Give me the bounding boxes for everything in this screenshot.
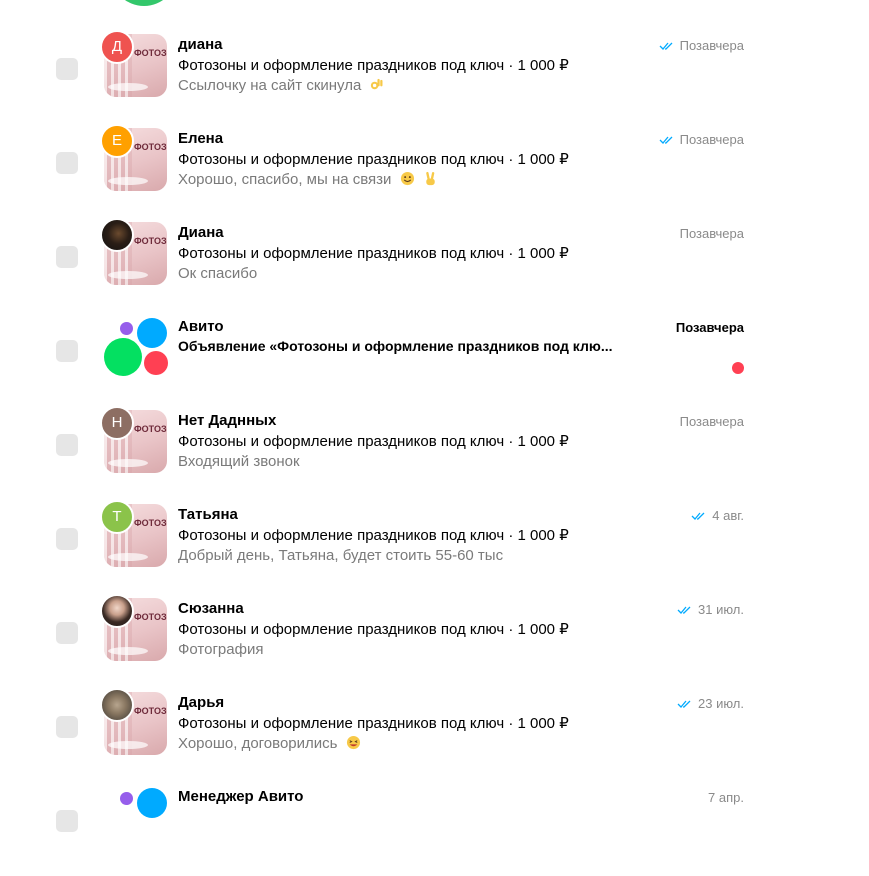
avito-logo — [104, 788, 170, 854]
photo-avatar — [100, 218, 134, 252]
chat-date: 7 апр. — [708, 790, 744, 805]
select-checkbox[interactable] — [56, 528, 78, 550]
chat-row[interactable]: ФОТОЗОНЫ ПОД КЛЮ Е Елена Фотозоны и офор… — [0, 124, 869, 218]
avito-logo — [104, 318, 170, 384]
chat-date: Позавчера — [679, 226, 744, 241]
chat-preview: Ссылочку на сайт скинула — [178, 77, 384, 94]
chat-subject: Фотозоны и оформление праздников под клю… — [178, 527, 569, 544]
select-checkbox[interactable] — [56, 340, 78, 362]
chat-name: Татьяна — [178, 506, 238, 523]
chat-preview: Добрый день, Татьяна, будет стоить 55-60… — [178, 547, 504, 564]
avatar: Н — [100, 406, 134, 440]
chat-date: 23 июл. — [677, 696, 744, 711]
chat-name: Авито — [178, 318, 224, 335]
chat-preview: Хорошо, договорились — [178, 735, 361, 752]
chat-name: Диана — [178, 224, 224, 241]
chat-date: Позавчера — [659, 38, 744, 53]
chat-name: Дарья — [178, 694, 225, 711]
chat-date: 31 июл. — [677, 602, 744, 617]
chat-preview: Входящий звонок — [178, 453, 300, 470]
avatar: Е — [100, 124, 134, 158]
chat-subject: Фотозоны и оформление праздников под клю… — [178, 57, 569, 74]
chat-date: Позавчера — [659, 132, 744, 147]
select-checkbox[interactable] — [56, 246, 78, 268]
photo-avatar — [100, 594, 134, 628]
chat-name: диана — [178, 36, 223, 53]
chat-subject: Фотозоны и оформление праздников под клю… — [178, 715, 569, 732]
double-check-icon — [659, 42, 673, 50]
select-checkbox[interactable] — [56, 622, 78, 644]
chat-name: Сюзанна — [178, 600, 244, 617]
select-checkbox[interactable] — [56, 434, 78, 456]
smile-emoji-icon — [400, 171, 414, 186]
double-check-icon — [677, 700, 691, 708]
chat-date: 4 авг. — [691, 508, 744, 523]
double-check-icon — [691, 512, 705, 520]
select-checkbox[interactable] — [56, 152, 78, 174]
chat-subject: Фотозоны и оформление праздников под клю… — [178, 151, 569, 168]
ok-hand-emoji-icon — [371, 78, 383, 90]
chat-name: Менеджер Авито — [178, 788, 304, 805]
victory-hand-emoji-icon — [425, 171, 435, 186]
chat-row[interactable]: ФОТОЗОНЫ ПОД КЛЮ Диана Фотозоны и оформл… — [0, 218, 869, 312]
chat-preview: Хорошо, спасибо, мы на связи — [178, 171, 438, 188]
chat-row[interactable]: ФОТОЗОНЫ ПОД КЛЮ Дарья Фотозоны и оформл… — [0, 688, 869, 782]
chat-row[interactable]: ФОТОЗОНЫ ПОД КЛЮ Сюзанна Фотозоны и офор… — [0, 594, 869, 688]
chat-subject: Фотозоны и оформление праздников под клю… — [178, 245, 569, 262]
chat-subject: Объявление «Фотозоны и оформление праздн… — [178, 338, 613, 354]
chat-row[interactable]: ФОТОЗОНЫ ПОД КЛЮ Н Нет Даднных Фотозоны … — [0, 406, 869, 500]
chat-subject: Фотозоны и оформление праздников под клю… — [178, 621, 569, 638]
chat-row[interactable]: ФОТОЗОНЫ ПОД КЛЮ Д диана Фотозоны и офор… — [0, 30, 869, 124]
select-checkbox[interactable] — [56, 810, 78, 832]
chat-subject: Фотозоны и оформление праздников под клю… — [178, 433, 569, 450]
select-checkbox[interactable] — [56, 716, 78, 738]
chat-row[interactable]: ФОТОЗОНЫ ПОД КЛЮ Т Татьяна Фотозоны и оф… — [0, 500, 869, 594]
double-check-icon — [677, 606, 691, 614]
grin-emoji-icon — [346, 735, 360, 750]
chat-date: Позавчера — [679, 414, 744, 429]
unread-dot — [732, 362, 744, 374]
avatar: Т — [100, 500, 134, 534]
chat-preview: Фотография — [178, 641, 264, 658]
chat-name: Нет Даднных — [178, 412, 277, 429]
chat-date: Позавчера — [675, 320, 744, 335]
photo-avatar — [100, 688, 134, 722]
previous-chat-avatar — [111, 0, 177, 6]
chat-preview: Ок спасибо — [178, 265, 258, 282]
chat-name: Елена — [178, 130, 224, 147]
select-checkbox[interactable] — [56, 58, 78, 80]
double-check-icon — [659, 136, 673, 144]
avatar: Д — [100, 30, 134, 64]
